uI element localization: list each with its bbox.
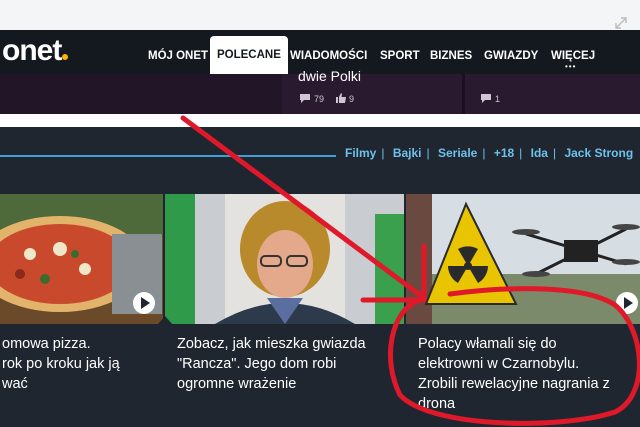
thumbnail-rancza[interactable]	[165, 194, 404, 324]
browser-top-strip	[0, 0, 640, 30]
comment-count-right: 1	[495, 94, 501, 104]
nav-item-biznes[interactable]: BIZNES	[430, 30, 472, 74]
link-bajki[interactable]: Bajki	[393, 146, 422, 160]
teaser-title[interactable]: dwie Polki	[298, 68, 361, 84]
like-count: 9	[349, 94, 355, 104]
card-title-czarnobyl[interactable]: Polacy włamali się do elektrowni w Czarn…	[418, 334, 610, 414]
video-cards: omowa pizza. rok po kroku jak ją wać Zob…	[0, 184, 640, 427]
link-filmy[interactable]: Filmy	[345, 146, 376, 160]
comment-count: 79	[314, 94, 325, 104]
video-card-pizza[interactable]: omowa pizza. rok po kroku jak ją wać	[0, 194, 163, 427]
link-plus18[interactable]: +18	[494, 146, 514, 160]
more-dots-icon[interactable]: •••	[565, 62, 576, 71]
card-title-pizza[interactable]: omowa pizza. rok po kroku jak ją wać	[2, 334, 120, 394]
link-jack-strong[interactable]: Jack Strong	[564, 146, 633, 160]
comment-icon	[300, 94, 310, 103]
link-ida[interactable]: Ida	[531, 146, 548, 160]
nav-item-polecane[interactable]: POLECANE	[210, 36, 288, 74]
video-card-czarnobyl[interactable]: Polacy włamali się do elektrowni w Czarn…	[406, 194, 640, 427]
nav-item-moj-onet[interactable]: MÓJ ONET	[148, 30, 208, 74]
section-links: Filmy | Bajki | Seriale | +18 | Ida | Jack St…	[345, 146, 634, 160]
video-card-rancza[interactable]: Zobacz, jak mieszka gwiazda "Rancza". Je…	[157, 194, 404, 427]
nav-item-gwiazdy[interactable]: GWIAZDY	[484, 30, 538, 74]
nav-item-sport[interactable]: SPORT	[380, 30, 420, 74]
play-icon[interactable]	[616, 292, 638, 314]
link-seriale[interactable]: Seriale	[438, 146, 477, 160]
teaser-band: dwie Polki 79 9 1	[0, 68, 640, 114]
card-title-rancza[interactable]: Zobacz, jak mieszka gwiazda "Rancza". Je…	[177, 334, 366, 394]
thumbnail-czarnobyl[interactable]	[406, 194, 640, 324]
like-icon	[336, 93, 346, 103]
logo-dot-icon	[62, 54, 69, 60]
play-icon[interactable]	[133, 292, 155, 314]
expand-icon[interactable]	[614, 16, 628, 30]
comment-icon	[481, 94, 491, 103]
section-accent-line	[0, 155, 336, 157]
teaser-divider	[462, 74, 465, 114]
onet-logo[interactable]: onet	[2, 34, 69, 68]
card-pointer	[157, 316, 173, 325]
teaser-left-panel[interactable]	[0, 74, 282, 114]
